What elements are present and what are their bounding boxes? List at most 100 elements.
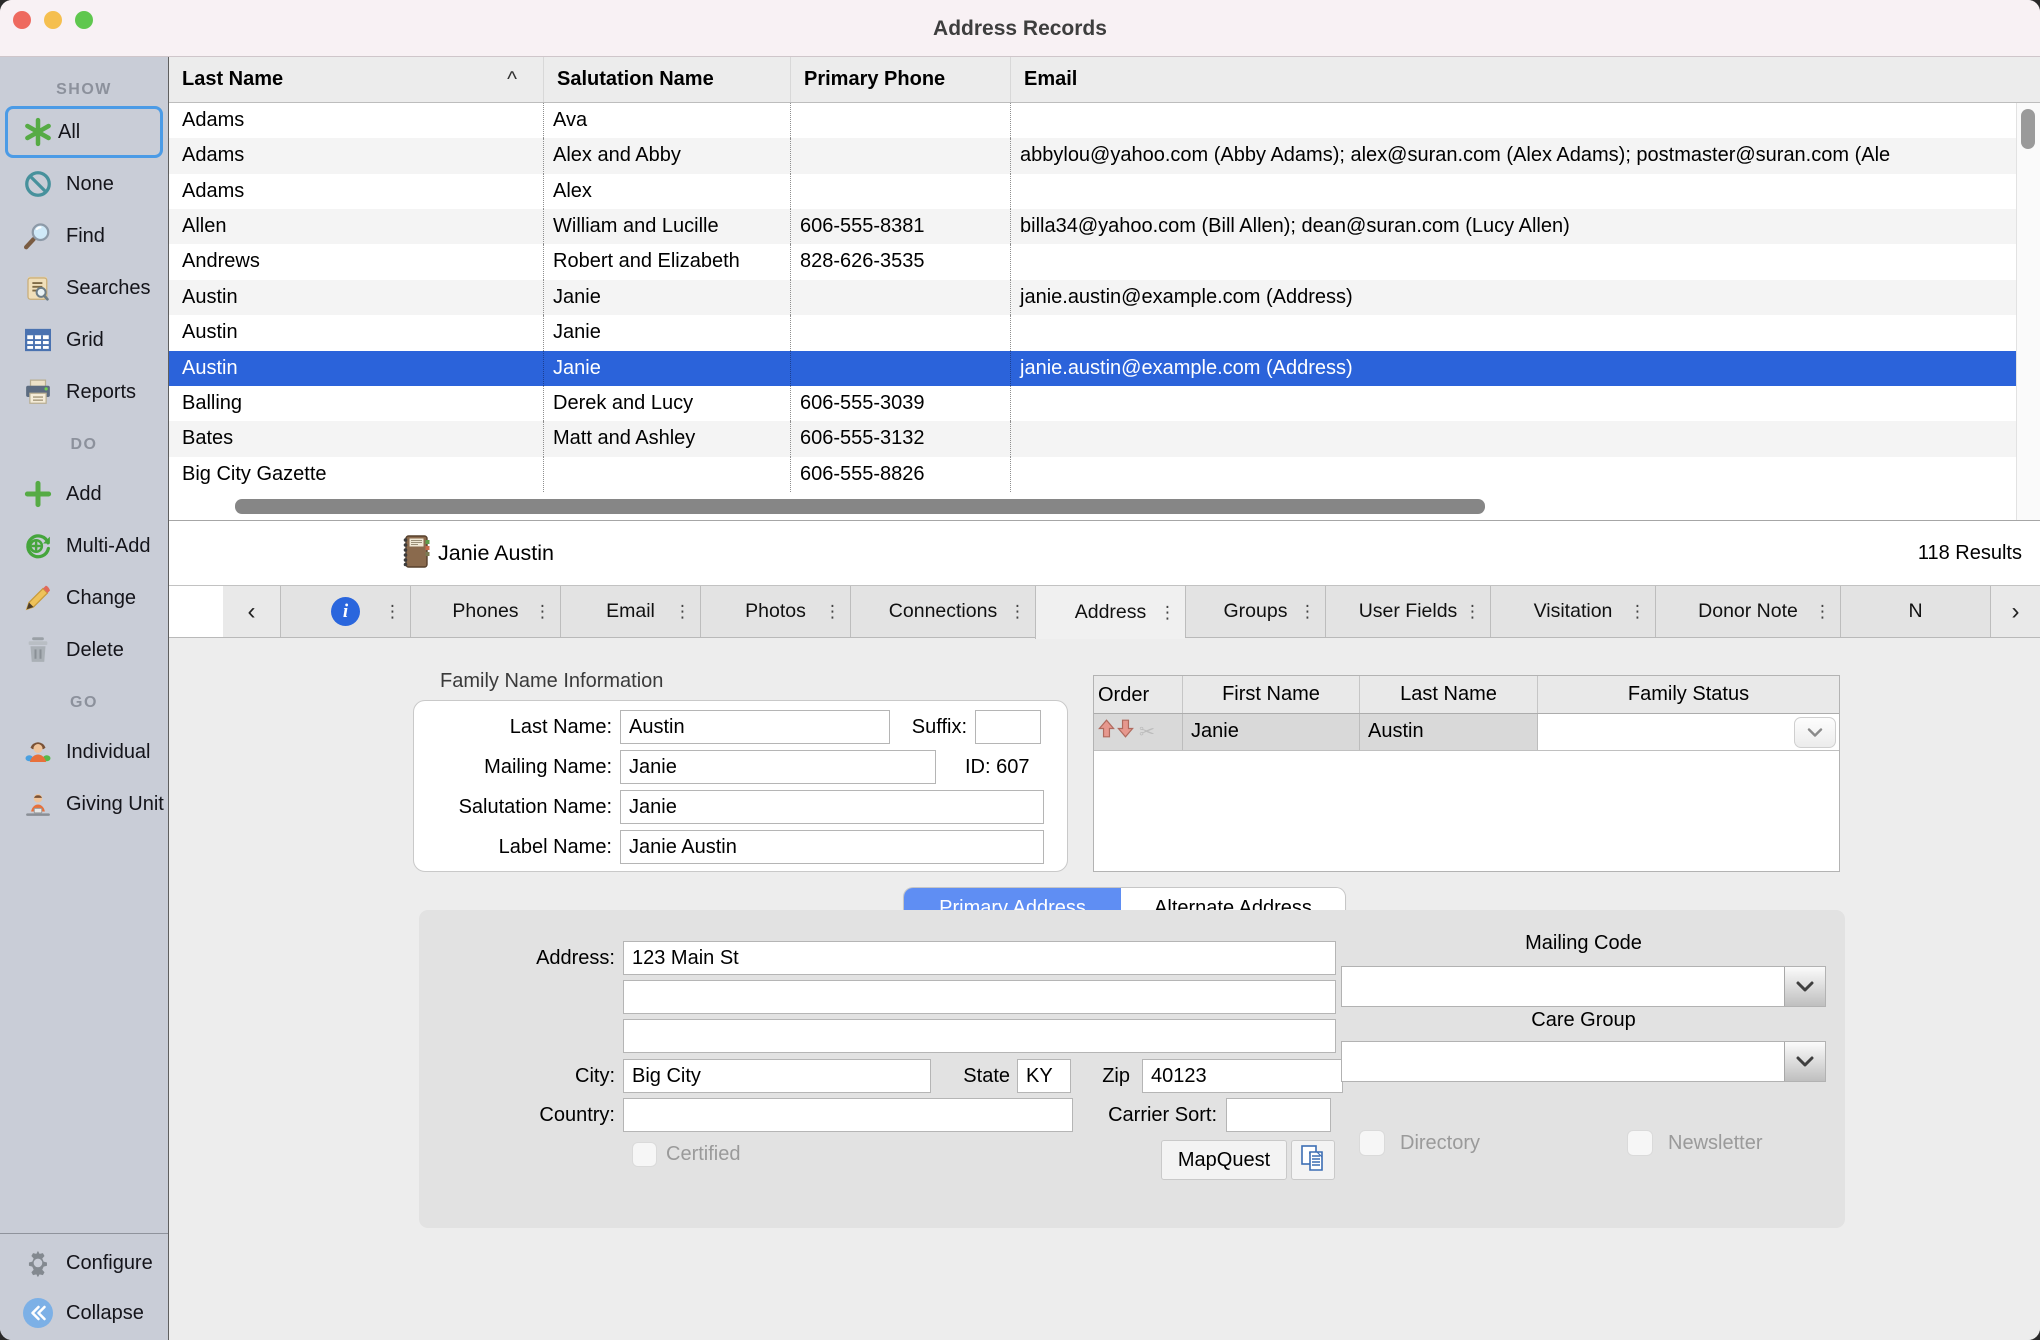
carrier-sort-label: Carrier Sort: — [1085, 1098, 1217, 1132]
tab-menu-icon[interactable]: ⋮ — [824, 602, 841, 622]
table-row[interactable]: AndrewsRobert and Elizabeth828-626-3535 — [169, 244, 2016, 279]
column-header-primary-phone[interactable]: Primary Phone — [790, 57, 1010, 102]
sidebar-item-find[interactable]: Find — [0, 210, 168, 262]
tab-n[interactable]: N — [1840, 586, 1990, 637]
state-field[interactable] — [1017, 1059, 1071, 1093]
sidebar-item-configure[interactable]: Configure — [0, 1238, 168, 1288]
certified-checkbox[interactable] — [632, 1142, 657, 1167]
label-name-field[interactable] — [620, 830, 1044, 864]
cell-last: Allen — [169, 209, 543, 244]
cell-salutation: Janie — [543, 315, 790, 350]
suffix-label: Suffix: — [890, 710, 967, 744]
suffix-field[interactable] — [975, 710, 1041, 744]
directory-checkbox[interactable] — [1359, 1130, 1385, 1156]
sidebar-item-label: Collapse — [66, 1302, 144, 1325]
move-up-icon[interactable] — [1098, 715, 1115, 750]
family-table-row[interactable]: ✂JanieAustin — [1094, 714, 1839, 751]
mailing-code-dropdown[interactable] — [1341, 966, 1826, 1007]
table-row[interactable]: AdamsAva — [169, 103, 2016, 138]
sidebar-item-change[interactable]: Change — [0, 572, 168, 624]
sidebar-item-searches[interactable]: Searches — [0, 262, 168, 314]
chevron-down-icon[interactable] — [1784, 1042, 1825, 1081]
tab-menu-icon[interactable]: ⋮ — [1299, 602, 1316, 622]
tab-email[interactable]: Email⋮ — [560, 586, 700, 637]
sidebar-item-delete[interactable]: Delete — [0, 624, 168, 676]
tab-menu-icon[interactable]: ⋮ — [674, 602, 691, 622]
sort-ascending-icon: ^ — [507, 57, 517, 102]
tab-info[interactable]: i⋮ — [280, 586, 410, 637]
tab-visitation[interactable]: Visitation⋮ — [1490, 586, 1655, 637]
address-line3-field[interactable] — [623, 1019, 1336, 1053]
tab-photos[interactable]: Photos⋮ — [700, 586, 850, 637]
column-header-email[interactable]: Email — [1010, 57, 2040, 102]
zip-field[interactable] — [1142, 1059, 1343, 1093]
city-field[interactable] — [623, 1059, 931, 1093]
tab-scroll-left-button[interactable]: ‹ — [223, 586, 280, 637]
tab-user-fields[interactable]: User Fields⋮ — [1325, 586, 1490, 637]
newsletter-checkbox[interactable] — [1627, 1130, 1653, 1156]
table-row[interactable]: AdamsAlex and Abbyabbylou@yahoo.com (Abb… — [169, 138, 2016, 173]
vertical-scrollbar[interactable] — [2016, 103, 2040, 520]
sidebar-item-reports[interactable]: Reports — [0, 366, 168, 418]
tab-menu-icon[interactable]: ⋮ — [1159, 603, 1176, 623]
table-row[interactable]: Big City Gazette606-555-8826 — [169, 457, 2016, 492]
family-status-cell — [1537, 714, 1839, 750]
cell-salutation: Ava — [543, 103, 790, 138]
tab-menu-icon[interactable]: ⋮ — [1814, 602, 1831, 622]
tab-menu-icon[interactable]: ⋮ — [1009, 602, 1026, 622]
table-row[interactable]: AustinJaniejanie.austin@example.com (Add… — [169, 280, 2016, 315]
tab-donor-note[interactable]: Donor Note ⋮ — [1655, 586, 1840, 637]
mapquest-button[interactable]: MapQuest — [1161, 1140, 1287, 1180]
table-row[interactable]: AustinJanie — [169, 315, 2016, 350]
table-row[interactable]: BatesMatt and Ashley606-555-3132 — [169, 421, 2016, 456]
sidebar-item-grid[interactable]: Grid — [0, 314, 168, 366]
cell-last: Austin — [169, 315, 543, 350]
salutation-name-field[interactable] — [620, 790, 1044, 824]
address-line1-field[interactable] — [623, 941, 1336, 975]
tab-menu-icon[interactable]: ⋮ — [1464, 602, 1481, 622]
chevron-down-icon[interactable] — [1794, 717, 1836, 748]
last-name-field[interactable] — [620, 710, 890, 744]
tab-address[interactable]: Address⋮ — [1035, 586, 1185, 639]
tab-label: Donor Note — [1698, 600, 1798, 623]
table-row[interactable]: AllenWilliam and Lucille606-555-8381bill… — [169, 209, 2016, 244]
tab-connections[interactable]: Connections⋮ — [850, 586, 1035, 637]
copy-document-icon — [1300, 1144, 1326, 1177]
tab-phones[interactable]: Phones⋮ — [410, 586, 560, 637]
table-row[interactable]: AdamsAlex — [169, 174, 2016, 209]
table-row[interactable]: AustinJaniejanie.austin@example.com (Add… — [169, 351, 2016, 386]
address-line2-field[interactable] — [623, 980, 1336, 1014]
cell-phone: 828-626-3535 — [790, 244, 1010, 279]
sidebar-item-giving-unit[interactable]: Giving Unit — [0, 778, 168, 830]
tab-groups[interactable]: Groups⋮ — [1185, 586, 1325, 637]
horizontal-scrollbar-thumb[interactable] — [235, 499, 1485, 514]
move-down-icon[interactable] — [1117, 715, 1134, 750]
carrier-sort-field[interactable] — [1226, 1098, 1331, 1132]
sidebar-item-label: Configure — [66, 1252, 153, 1275]
zip-label: Zip — [1090, 1059, 1130, 1093]
sidebar-item-individual[interactable]: Individual — [0, 726, 168, 778]
sidebar-item-collapse[interactable]: Collapse — [0, 1288, 168, 1338]
tab-menu-icon[interactable]: ⋮ — [384, 602, 401, 622]
cut-member-icon[interactable]: ✂ — [1139, 715, 1155, 750]
sidebar-item-add[interactable]: Add — [0, 468, 168, 520]
change-icon — [21, 583, 55, 613]
mailing-name-field[interactable] — [620, 750, 936, 784]
vertical-scrollbar-thumb[interactable] — [2021, 109, 2035, 149]
info-icon: i — [331, 597, 360, 626]
tab-menu-icon[interactable]: ⋮ — [1629, 602, 1646, 622]
tab-menu-icon[interactable]: ⋮ — [534, 602, 551, 622]
family-column-header-order: Order — [1094, 676, 1182, 713]
care-group-dropdown[interactable] — [1341, 1041, 1826, 1082]
column-header-last-name[interactable]: Last Name^ — [169, 57, 543, 102]
sidebar-item-multi-add[interactable]: Multi-Add — [0, 520, 168, 572]
country-field[interactable] — [623, 1098, 1073, 1132]
none-icon — [21, 169, 55, 199]
sidebar-item-all[interactable]: All — [5, 106, 163, 158]
column-header-salutation-name[interactable]: Salutation Name — [543, 57, 790, 102]
chevron-down-icon[interactable] — [1784, 967, 1825, 1006]
tab-scroll-right-button[interactable]: › — [1990, 586, 2040, 637]
sidebar-item-none[interactable]: None — [0, 158, 168, 210]
copy-address-button[interactable] — [1291, 1140, 1335, 1180]
table-row[interactable]: BallingDerek and Lucy606-555-3039 — [169, 386, 2016, 421]
